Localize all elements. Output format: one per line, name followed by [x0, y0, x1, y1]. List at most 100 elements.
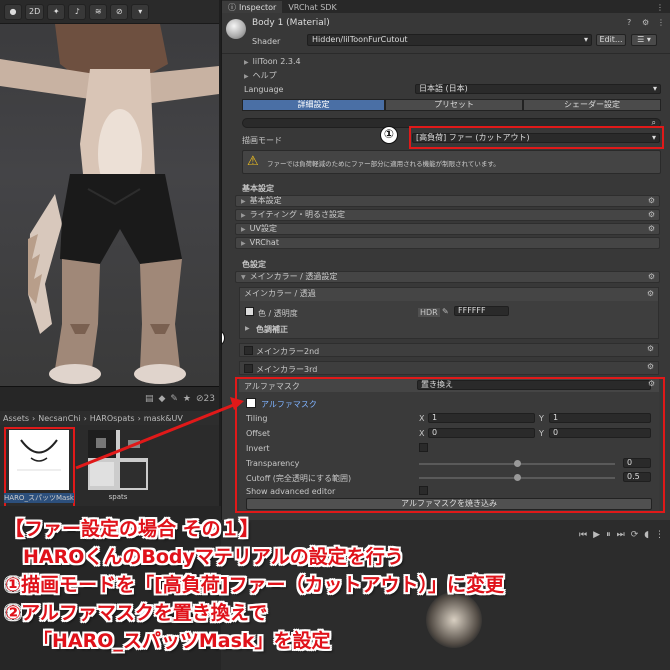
edit-shader-button[interactable]: Edit...: [596, 34, 626, 46]
more-icon[interactable]: ⋮: [657, 18, 665, 27]
caption-line-4: ②アルファマスクを置き換えで: [5, 602, 268, 624]
settings-icon[interactable]: ⚙: [642, 18, 649, 27]
color-settings-header: 色設定: [242, 260, 266, 269]
rewind-icon[interactable]: ⏮: [579, 530, 587, 540]
gear-icon[interactable]: ⚙: [648, 196, 655, 206]
gear-icon[interactable]: ⚙: [647, 362, 654, 371]
language-label: Language: [244, 85, 284, 94]
asset-label-haro-mask[interactable]: HARO_スパッツMask: [4, 493, 74, 503]
language-dropdown[interactable]: 日本語 (日本) ▾: [415, 84, 661, 94]
main-color-2nd-row[interactable]: メインカラー2nd ⚙: [239, 343, 659, 357]
render-mode-label: 描画モード: [242, 136, 282, 145]
chevron-down-icon: ▾: [652, 84, 657, 93]
fur-warning-box: ⚠ ファーでは負荷軽減のためにファー部分に適用される機能が制限されています。: [242, 150, 661, 174]
gear-icon[interactable]: ⚙: [648, 224, 655, 234]
section-basic[interactable]: ▶ 基本設定 ⚙: [235, 195, 660, 207]
breadcrumb-item-harospats[interactable]: HAROspats: [90, 414, 135, 423]
tab-detail-settings[interactable]: 詳細設定: [242, 99, 385, 111]
main-color-3rd-row[interactable]: メインカラー3rd ⚙: [239, 361, 659, 375]
section-main-color[interactable]: ▼ メインカラー / 透過設定 ⚙: [235, 271, 660, 283]
label-icon[interactable]: ✎: [170, 394, 178, 404]
shading-mode-button[interactable]: ●: [4, 3, 22, 20]
main-color-2nd-label: メインカラー2nd: [256, 347, 320, 356]
breadcrumb-separator: ›: [32, 413, 36, 423]
tab-menu-icon[interactable]: ⋮: [650, 1, 670, 13]
texture-slot[interactable]: [245, 307, 254, 316]
favorite-icon[interactable]: ★: [183, 394, 191, 404]
version-label: lilToon 2.3.4: [252, 57, 301, 66]
shader-list-button[interactable]: ☰ ▾: [631, 34, 657, 46]
lighting-toggle[interactable]: ✦: [47, 3, 66, 20]
hidden-icon: ⊘: [115, 7, 123, 16]
inspector-panel: ⓘ Inspector VRChat SDK ⋮ Body 1 (Material…: [221, 0, 670, 520]
eyedropper-icon[interactable]: ✎: [442, 307, 449, 316]
tab-vrchat-sdk[interactable]: VRChat SDK: [282, 1, 342, 13]
gear-icon[interactable]: ⚙: [648, 210, 655, 220]
breadcrumb-item-necsanchi[interactable]: NecsanChi: [38, 414, 80, 423]
step-icon[interactable]: ⏭: [617, 530, 625, 540]
audio-toggle[interactable]: ♪: [68, 3, 87, 20]
fold-arrow-icon: ▶: [244, 59, 249, 66]
section-lighting[interactable]: ▶ ライティング・明るさ設定 ⚙: [235, 209, 660, 221]
color-correction-label[interactable]: 色調補正: [256, 324, 288, 335]
main-color-sub-label: メインカラー / 透過: [244, 289, 316, 298]
info-icon: ⓘ: [228, 2, 236, 12]
main-color-3rd-label: メインカラー3rd: [256, 365, 318, 374]
scene-toolbar: ● 2D ✦ ♪ ≋ ⊘ ▾: [0, 0, 219, 24]
hidden-toggle[interactable]: ⊘: [110, 3, 129, 20]
audio-icon: ♪: [74, 7, 80, 16]
gear-icon[interactable]: ⚙: [647, 288, 654, 300]
breadcrumb-separator: ›: [83, 413, 87, 423]
filter-icon[interactable]: ◆: [158, 394, 165, 404]
toggle-2d-button[interactable]: 2D: [25, 3, 45, 20]
material-preview-sphere: [226, 19, 246, 39]
tab-shader-settings[interactable]: シェーダー設定: [523, 99, 661, 111]
lock-icon[interactable]: ▤: [145, 394, 154, 404]
play-icon[interactable]: ▶: [593, 530, 600, 540]
version-foldout[interactable]: ▶ lilToon 2.3.4: [244, 57, 670, 66]
warning-icon: ⚠: [247, 154, 259, 169]
gizmos-toggle[interactable]: ▾: [131, 3, 150, 20]
help-icon[interactable]: ?: [627, 18, 631, 27]
tab-inspector[interactable]: ⓘ Inspector: [222, 1, 283, 13]
main-color-3rd-checkbox[interactable]: [244, 364, 253, 373]
loop-icon[interactable]: ⟳: [631, 530, 639, 540]
fold-arrow-icon: ▶: [245, 325, 250, 332]
help-foldout[interactable]: ▶ ヘルプ: [244, 70, 670, 81]
material-title: Body 1 (Material): [252, 18, 330, 28]
main-color-sub-header[interactable]: メインカラー / 透過 ⚙: [240, 288, 658, 301]
tab-presets[interactable]: プリセット: [385, 99, 523, 111]
color-hex-field[interactable]: FFFFFF: [454, 306, 509, 316]
scene-view[interactable]: ● 2D ✦ ♪ ≋ ⊘ ▾: [0, 0, 219, 386]
asset-grid: HARO_スパッツMask spats: [0, 425, 219, 509]
main-color-box: メインカラー / 透過 ⚙ 色 / 透明度 HDR ✎ FFFFFF ▶ 色調補正: [239, 287, 659, 339]
shader-label: Shader: [252, 37, 281, 46]
asset-thumb-haro-mask[interactable]: [9, 430, 69, 490]
section-basic-label: 基本設定: [249, 196, 282, 205]
section-vrchat[interactable]: ▶ VRChat: [235, 237, 660, 249]
asset-label-spats[interactable]: spats: [83, 493, 153, 501]
language-value: 日本語 (日本): [419, 84, 468, 93]
shader-dropdown[interactable]: Hidden/lilToonFurCutout ▾: [307, 34, 592, 46]
pause-icon[interactable]: ⏸: [606, 530, 611, 540]
avatar-model: [0, 24, 219, 384]
fold-arrow-icon: ▶: [241, 212, 246, 219]
section-vrchat-label: VRChat: [249, 238, 279, 247]
tab-vrchat-sdk-label: VRChat SDK: [288, 2, 337, 12]
volume-icon[interactable]: ◖: [644, 530, 649, 540]
asset-thumb-spats[interactable]: [88, 430, 148, 490]
section-lighting-label: ライティング・明るさ設定: [249, 210, 345, 219]
gear-icon[interactable]: ⚙: [648, 272, 655, 282]
hdr-badge[interactable]: HDR: [418, 308, 440, 317]
breadcrumb-item-assets[interactable]: Assets: [3, 414, 29, 423]
section-uv[interactable]: ▶ UV設定 ⚙: [235, 223, 660, 235]
hidden-packages-icon[interactable]: ⊘23: [196, 394, 215, 404]
main-color-2nd-checkbox[interactable]: [244, 346, 253, 355]
basic-settings-header: 基本設定: [242, 184, 274, 193]
fold-arrow-icon: ▶: [241, 240, 246, 247]
effects-toggle[interactable]: ≋: [89, 3, 108, 20]
breadcrumb-item-mask-uv[interactable]: mask&UV: [144, 414, 183, 423]
gear-icon[interactable]: ⚙: [647, 344, 654, 353]
effects-icon: ≋: [94, 7, 102, 16]
settings-icon[interactable]: ⋮: [655, 530, 664, 540]
